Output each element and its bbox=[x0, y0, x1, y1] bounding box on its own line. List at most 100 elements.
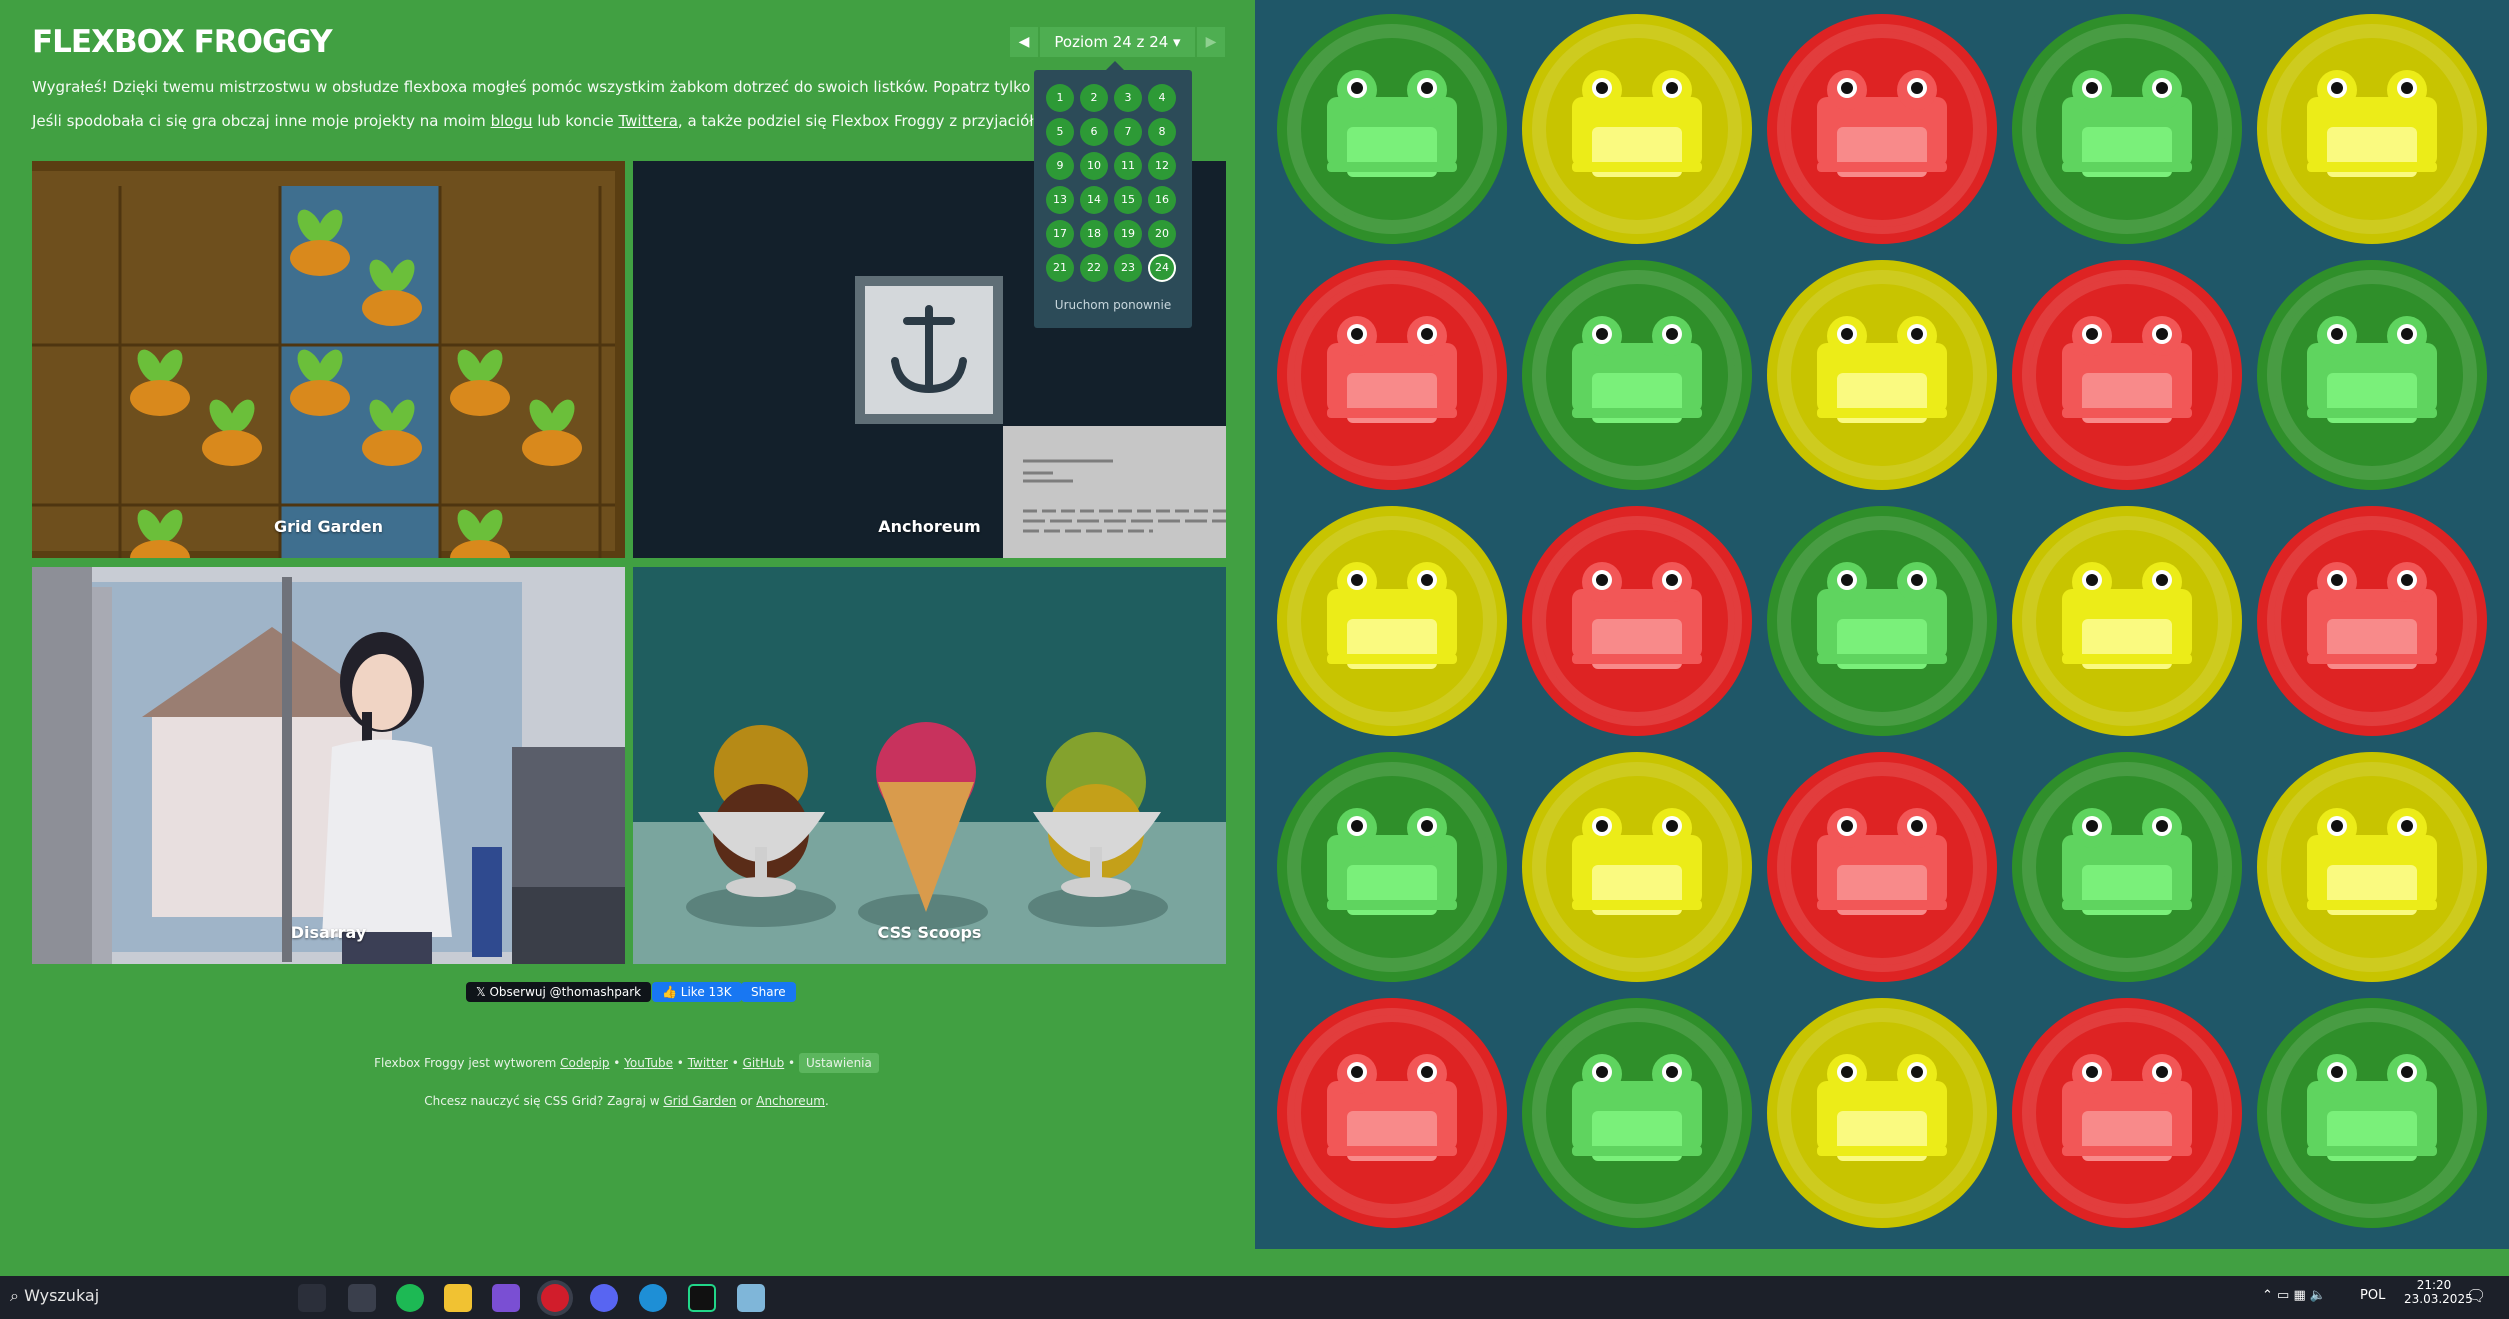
lilypad-green bbox=[2010, 750, 2245, 989]
notifications-icon[interactable]: 🗨 bbox=[2466, 1286, 2486, 1305]
level-button[interactable]: 1 bbox=[1046, 84, 1074, 112]
level-button[interactable]: 15 bbox=[1114, 186, 1142, 214]
webstorm-icon[interactable] bbox=[688, 1284, 716, 1312]
level-button[interactable]: 16 bbox=[1148, 186, 1176, 214]
level-button[interactable]: 20 bbox=[1148, 220, 1176, 248]
frog-icon bbox=[2257, 752, 2487, 982]
opera-icon[interactable] bbox=[541, 1284, 569, 1312]
frog-icon bbox=[2257, 998, 2487, 1228]
language-indicator[interactable]: POL bbox=[2360, 1288, 2385, 1303]
codepip-link[interactable]: Codepip bbox=[560, 1056, 609, 1070]
restart-button[interactable]: Uruchom ponownie bbox=[1034, 298, 1192, 312]
clock-date: 23.03.2025 bbox=[2404, 1292, 2473, 1306]
frog-icon bbox=[1522, 998, 1752, 1228]
office-icon[interactable] bbox=[492, 1284, 520, 1312]
notepad-icon[interactable] bbox=[737, 1284, 765, 1312]
previous-level-button[interactable]: ◀ bbox=[1010, 27, 1038, 57]
twitter-link[interactable]: Twittera bbox=[618, 112, 677, 130]
frog-icon bbox=[1277, 506, 1507, 736]
taskbar-search[interactable]: ⌕ Wyszukaj bbox=[10, 1286, 99, 1306]
level-button[interactable]: 10 bbox=[1080, 152, 1108, 180]
facebook-like-button[interactable]: 👍 Like 13K bbox=[652, 982, 742, 1002]
frog-icon bbox=[1522, 752, 1752, 982]
level-button[interactable]: 11 bbox=[1114, 152, 1142, 180]
lilypad-green bbox=[1520, 996, 1755, 1235]
edge-icon[interactable] bbox=[639, 1284, 667, 1312]
taskbar: ⌕ Wyszukaj ⌃ ▭ ▦ 🔈 POL 21:20 23.03.2025 … bbox=[0, 1276, 2509, 1319]
lilypad-red bbox=[1765, 12, 2000, 251]
next-level-button[interactable]: ▶ bbox=[1197, 27, 1225, 57]
disarray-illustration bbox=[32, 567, 625, 964]
task-view-icon[interactable] bbox=[298, 1284, 326, 1312]
lilypad-red bbox=[1765, 750, 2000, 989]
anchoreum-link[interactable]: Anchoreum bbox=[756, 1094, 825, 1108]
lilypad-green bbox=[2255, 258, 2490, 497]
lilypad-yellow bbox=[2010, 504, 2245, 743]
lilypad-red bbox=[2255, 504, 2490, 743]
level-button[interactable]: 24 bbox=[1148, 254, 1176, 282]
frog-icon bbox=[2012, 998, 2242, 1228]
frog-icon bbox=[1522, 260, 1752, 490]
app-logo[interactable]: FLEXBOX FROGGY bbox=[32, 24, 333, 60]
github-link[interactable]: GitHub bbox=[743, 1056, 785, 1070]
level-button[interactable]: 23 bbox=[1114, 254, 1142, 282]
level-button[interactable]: 12 bbox=[1148, 152, 1176, 180]
level-button[interactable]: 19 bbox=[1114, 220, 1142, 248]
frog-icon bbox=[1522, 506, 1752, 736]
file-explorer-icon[interactable] bbox=[444, 1284, 472, 1312]
grid-garden-link[interactable]: Grid Garden bbox=[663, 1094, 736, 1108]
discord-icon[interactable] bbox=[590, 1284, 618, 1312]
blog-link[interactable]: blogu bbox=[491, 112, 533, 130]
lilypad-yellow bbox=[2255, 750, 2490, 989]
level-button[interactable]: 8 bbox=[1148, 118, 1176, 146]
settings-button[interactable]: Ustawienia bbox=[798, 1053, 879, 1073]
lilypad-green bbox=[2010, 12, 2245, 251]
lilypad-green bbox=[1520, 258, 1755, 497]
level-button[interactable]: 5 bbox=[1046, 118, 1074, 146]
level-button[interactable]: 6 bbox=[1080, 118, 1108, 146]
lilypad-yellow bbox=[2255, 12, 2490, 251]
grid-garden-title: Grid Garden bbox=[273, 517, 384, 536]
clock[interactable]: 21:20 23.03.2025 bbox=[2404, 1278, 2473, 1306]
level-indicator[interactable]: Poziom 24 z 24 ▾ bbox=[1040, 27, 1195, 57]
disarray-card[interactable]: Disarray bbox=[32, 567, 625, 964]
level-button[interactable]: 13 bbox=[1046, 186, 1074, 214]
level-button[interactable]: 17 bbox=[1046, 220, 1074, 248]
lilypad-green bbox=[1275, 750, 1510, 989]
level-button[interactable]: 21 bbox=[1046, 254, 1074, 282]
frog-icon bbox=[2257, 260, 2487, 490]
level-button[interactable]: 4 bbox=[1148, 84, 1176, 112]
footer-twitter-link[interactable]: Twitter bbox=[688, 1056, 728, 1070]
facebook-share-button[interactable]: Share bbox=[741, 982, 796, 1002]
level-button[interactable]: 7 bbox=[1114, 118, 1142, 146]
level-button[interactable]: 3 bbox=[1114, 84, 1142, 112]
lilypad-yellow bbox=[1520, 750, 1755, 989]
level-button[interactable]: 22 bbox=[1080, 254, 1108, 282]
frog-icon bbox=[2257, 14, 2487, 244]
app-icon[interactable] bbox=[348, 1284, 376, 1312]
anchoreum-title: Anchoreum bbox=[878, 517, 981, 536]
level-button[interactable]: 14 bbox=[1080, 186, 1108, 214]
frog-icon bbox=[1767, 998, 1997, 1228]
lilypad-green bbox=[2255, 996, 2490, 1235]
frog-icon bbox=[1767, 506, 1997, 736]
css-scoops-card[interactable]: CSS Scoops bbox=[633, 567, 1226, 964]
level-button[interactable]: 18 bbox=[1080, 220, 1108, 248]
lilypad-red bbox=[2010, 996, 2245, 1235]
tray-icons[interactable]: ⌃ ▭ ▦ 🔈 bbox=[2262, 1288, 2326, 1303]
frog-icon bbox=[1277, 752, 1507, 982]
frog-icon bbox=[1277, 260, 1507, 490]
lilypad-green bbox=[1275, 12, 1510, 251]
twitter-follow-button[interactable]: 𝕏 Obserwuj @thomashpark bbox=[466, 982, 652, 1002]
grid-garden-card[interactable]: Grid Garden bbox=[32, 161, 625, 558]
lilypad-red bbox=[1520, 504, 1755, 743]
frog-icon bbox=[1767, 260, 1997, 490]
frog-icon bbox=[1767, 14, 1997, 244]
game-panel: FLEXBOX FROGGY ◀ Poziom 24 z 24 ▾ ▶ Wygr… bbox=[0, 0, 1253, 1276]
level-button[interactable]: 9 bbox=[1046, 152, 1074, 180]
lilypad-red bbox=[1275, 996, 1510, 1235]
youtube-link[interactable]: YouTube bbox=[624, 1056, 673, 1070]
frog-icon bbox=[2012, 752, 2242, 982]
spotify-icon[interactable] bbox=[396, 1284, 424, 1312]
level-button[interactable]: 2 bbox=[1080, 84, 1108, 112]
